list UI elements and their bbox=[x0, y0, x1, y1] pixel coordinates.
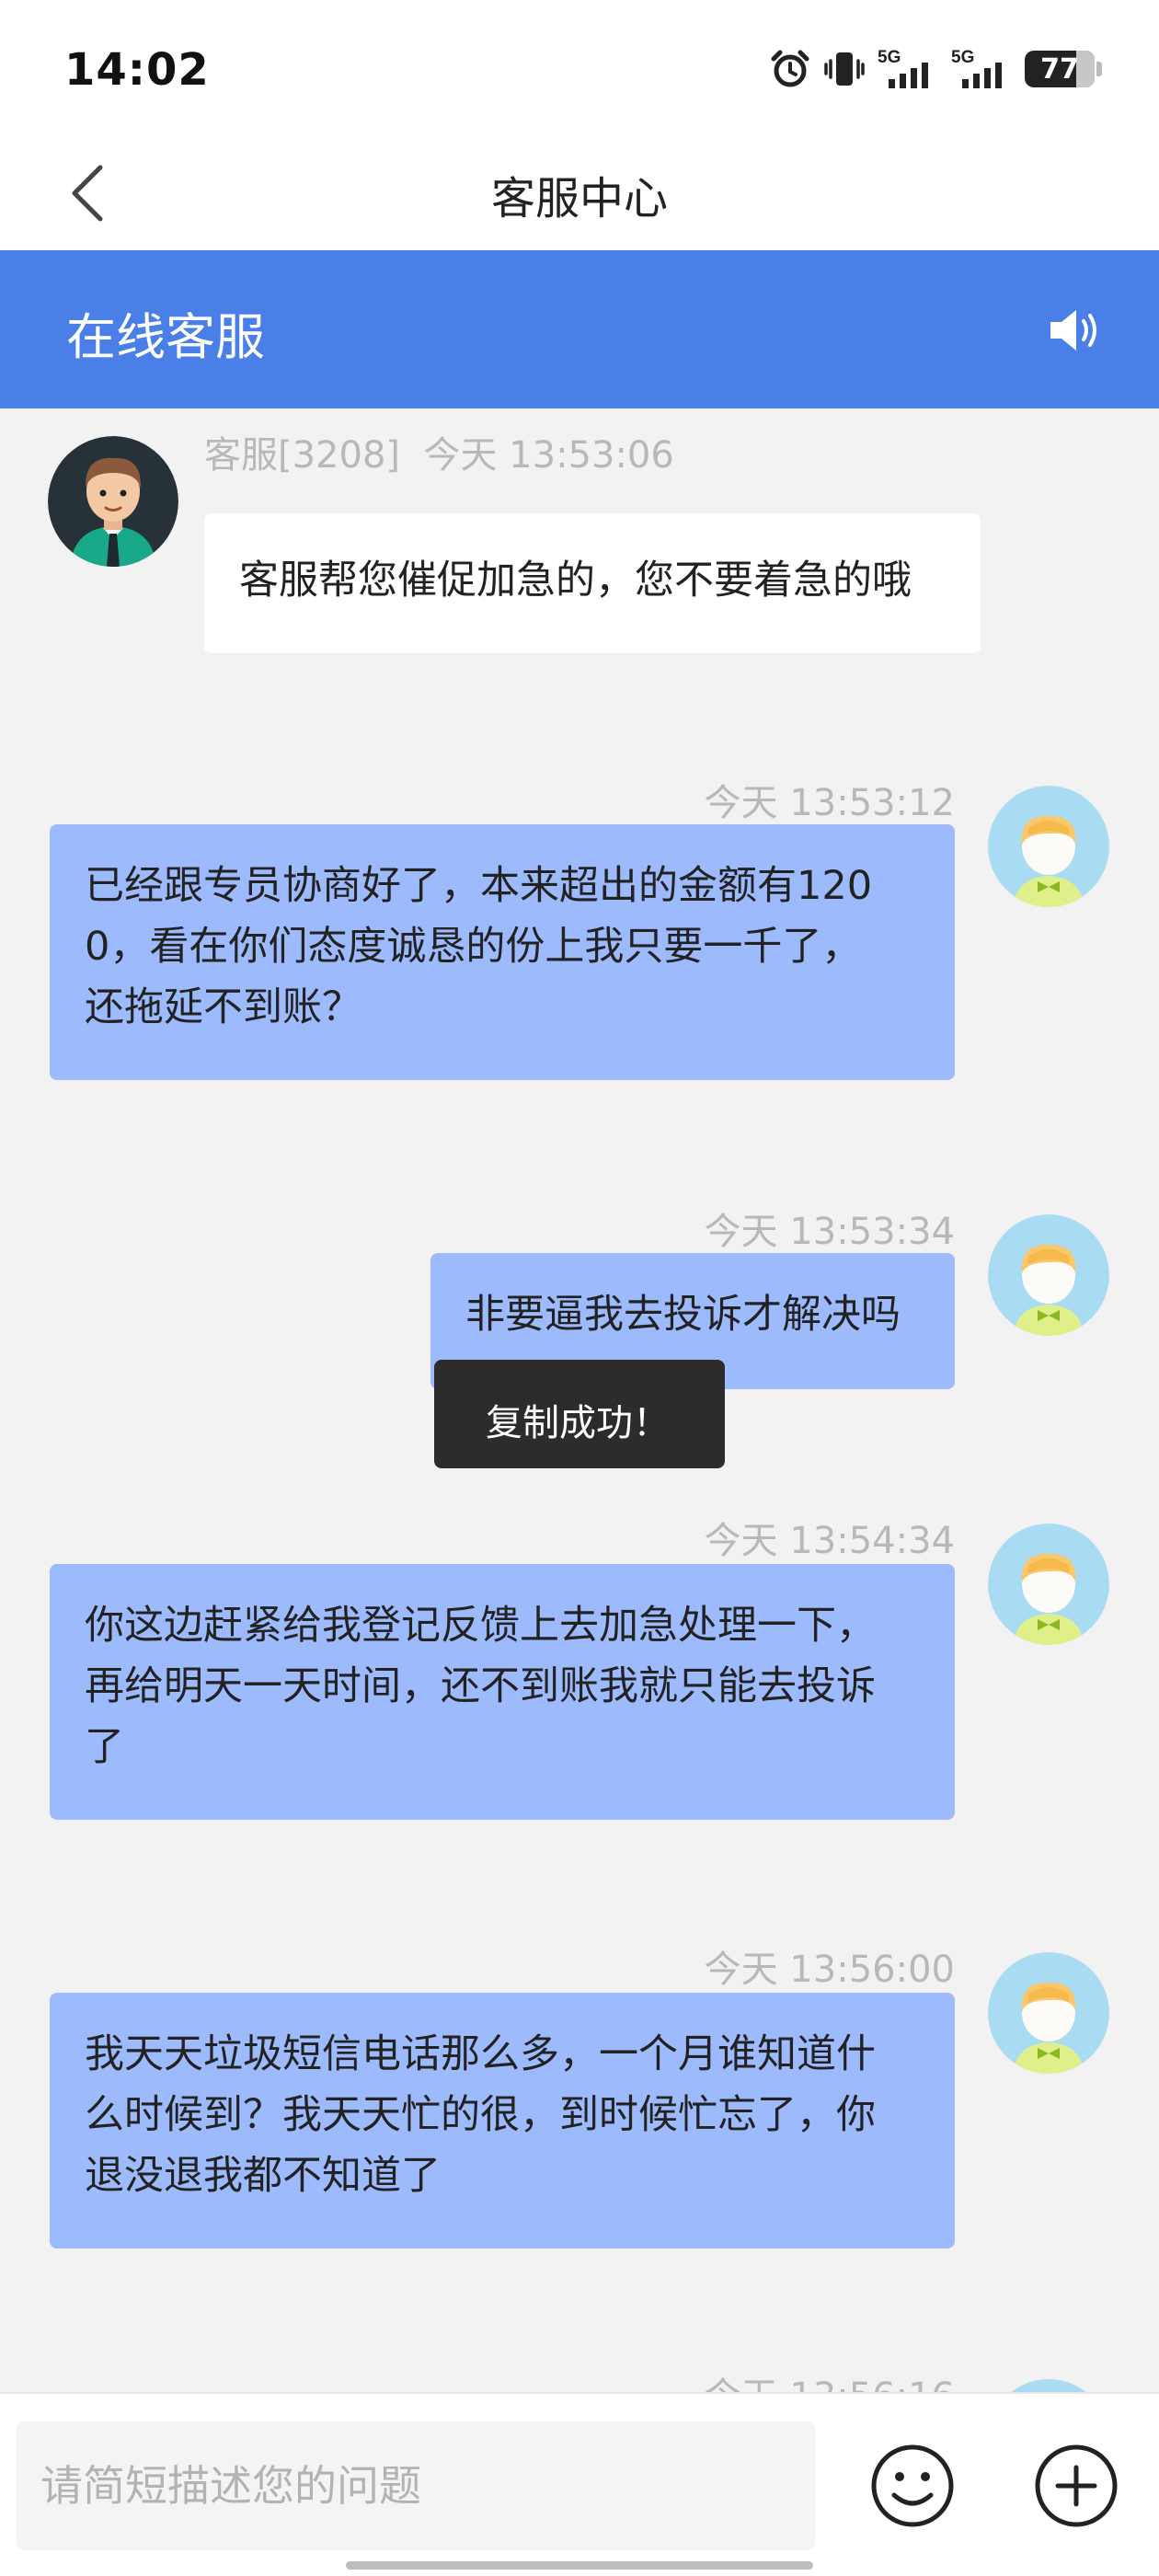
emoji-icon bbox=[871, 2444, 954, 2527]
user-avatar bbox=[988, 2379, 1109, 2392]
battery-level: 77 bbox=[1040, 52, 1079, 86]
user-avatar bbox=[988, 1214, 1109, 1336]
question-input[interactable] bbox=[17, 2421, 815, 2550]
agent-avatar bbox=[48, 436, 178, 567]
message-meta: 客服[3208] 今天 13:53:06 bbox=[204, 425, 674, 478]
signal-5g-icon: 5G bbox=[951, 48, 1002, 88]
message-time: 今天 13:53:06 bbox=[423, 434, 674, 477]
speaker-button[interactable] bbox=[1043, 298, 1107, 362]
plus-button[interactable] bbox=[1032, 2442, 1120, 2530]
message-time: 今天 13:56:00 bbox=[704, 1949, 955, 1991]
svg-text:5G: 5G bbox=[951, 48, 974, 67]
user-message-bubble[interactable]: 我天天垃圾短信电话那么多，一个月谁知道什 么时候到？我天天忙的很，到时候忙忘了，… bbox=[50, 1993, 955, 2248]
message-line: 已经跟专员协商好了，本来超出的金额有120 bbox=[85, 863, 873, 909]
emoji-button[interactable] bbox=[868, 2442, 957, 2530]
home-indicator[interactable] bbox=[346, 2561, 813, 2570]
message-time: 今天 13:53:34 bbox=[704, 1211, 955, 1253]
user-avatar-icon bbox=[988, 786, 1109, 907]
input-bar bbox=[0, 2392, 1159, 2576]
message-text: 非要逼我去投诉才解决吗 bbox=[465, 1292, 901, 1338]
user-avatar bbox=[988, 786, 1109, 907]
status-time: 14:02 bbox=[64, 44, 210, 96]
message-line: 还拖延不到账？ bbox=[85, 984, 361, 1030]
message-text: 客服帮您催促加急的，您不要着急的哦 bbox=[239, 558, 912, 604]
message-time: 今天 13:54:34 bbox=[704, 1520, 955, 1562]
nav-bar: 客服中心 bbox=[0, 138, 1159, 250]
agent-avatar-icon bbox=[48, 436, 178, 567]
agent-name: 客服[3208] bbox=[204, 434, 401, 477]
battery-icon: 77 bbox=[1025, 51, 1102, 87]
message-time: 今天 13:53:12 bbox=[704, 782, 955, 824]
message-line: 退没退我都不知道了 bbox=[85, 2153, 441, 2199]
status-bar: 14:02 5G 5G 77 bbox=[0, 0, 1159, 138]
speaker-icon bbox=[1050, 310, 1096, 351]
service-header: 在线客服 bbox=[0, 250, 1159, 408]
user-avatar-icon bbox=[988, 1952, 1109, 2074]
user-avatar-icon bbox=[988, 1214, 1109, 1336]
service-title: 在线客服 bbox=[66, 308, 265, 366]
svg-text:5G: 5G bbox=[878, 48, 901, 67]
message-line: 再给明天一天时间，还不到账我就只能去投诉 bbox=[85, 1663, 876, 1709]
message-time: 今天 13:56:16 bbox=[705, 2366, 955, 2392]
message-line: 你这边赶紧给我登记反馈上去加急处理一下， bbox=[85, 1603, 876, 1649]
vibrate-icon bbox=[824, 52, 865, 86]
signal-5g-icon: 5G bbox=[878, 48, 928, 88]
user-avatar-icon bbox=[1011, 2379, 1086, 2392]
alarm-icon bbox=[771, 50, 809, 87]
status-icons: 5G 5G 77 bbox=[769, 46, 1102, 92]
message-line: 我天天垃圾短信电话那么多，一个月谁知道什 bbox=[85, 2031, 876, 2077]
message-line: 0，看在你们态度诚恳的份上我只要一千了， bbox=[85, 924, 862, 970]
message-line: 了 bbox=[85, 1724, 124, 1770]
user-avatar bbox=[988, 1524, 1109, 1645]
copy-success-toast: 复制成功！ bbox=[434, 1360, 725, 1468]
user-message-bubble[interactable]: 已经跟专员协商好了，本来超出的金额有120 0，看在你们态度诚恳的份上我只要一千… bbox=[50, 824, 955, 1080]
user-avatar bbox=[988, 1952, 1109, 2074]
agent-message-bubble[interactable]: 客服帮您催促加急的，您不要着急的哦 bbox=[204, 513, 981, 653]
message-line: 么时候到？我天天忙的很，到时候忙忘了，你 bbox=[85, 2092, 876, 2138]
plus-icon bbox=[1035, 2444, 1118, 2527]
user-message-bubble[interactable]: 你这边赶紧给我登记反馈上去加急处理一下， 再给明天一天时间，还不到账我就只能去投… bbox=[50, 1564, 955, 1820]
user-avatar-icon bbox=[988, 1524, 1109, 1645]
page-title: 客服中心 bbox=[490, 173, 668, 224]
